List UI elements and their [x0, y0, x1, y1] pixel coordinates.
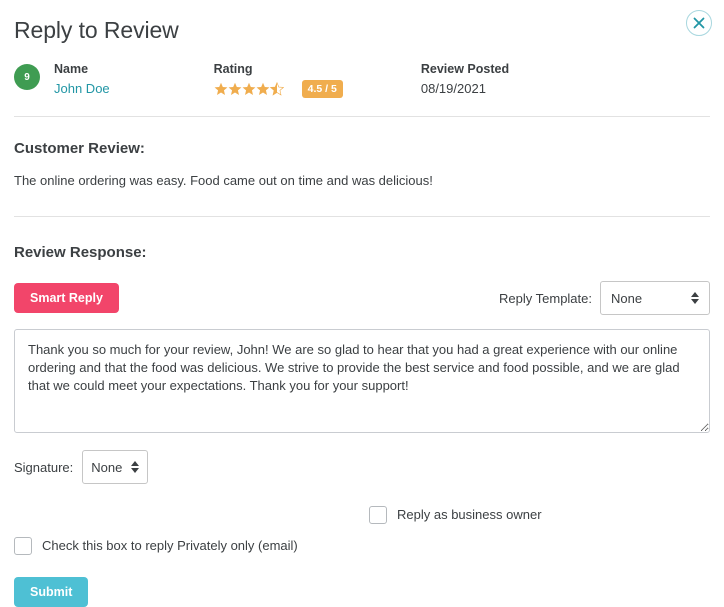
modal-header: Reply to Review	[14, 0, 712, 46]
reply-privately-row: Check this box to reply Privately only (…	[14, 537, 710, 555]
star-icon-full	[228, 82, 242, 95]
spinner-arrows-icon	[131, 461, 140, 473]
smart-reply-button[interactable]: Smart Reply	[14, 283, 119, 313]
reply-to-review-modal: Reply to Review 9 Name John Doe Rating 4…	[0, 0, 724, 607]
reply-textarea[interactable]	[14, 329, 710, 433]
customer-review-text: The online ordering was easy. Food came …	[14, 173, 433, 188]
reply-template-value: None	[611, 290, 643, 306]
reply-template-select[interactable]: None	[600, 281, 710, 315]
close-icon	[693, 17, 705, 29]
response-controls-row: Smart Reply Reply Template: None	[14, 281, 710, 315]
reply-template-label: Reply Template:	[499, 290, 592, 306]
reply-privately-label: Check this box to reply Privately only (…	[42, 538, 298, 553]
signature-label: Signature:	[14, 459, 74, 475]
name-label: Name	[54, 62, 89, 76]
reply-template-group: Reply Template: None	[499, 281, 710, 315]
submit-button[interactable]: Submit	[14, 577, 89, 607]
review-meta-row: 9 Name John Doe Rating 4.5 / 5 Review Po…	[14, 60, 710, 106]
signature-value: None	[91, 459, 123, 475]
spinner-arrows-icon	[691, 292, 699, 304]
star-rating	[214, 82, 284, 96]
star-icon-full	[242, 82, 256, 95]
signature-select[interactable]: None	[82, 450, 149, 484]
reviewer-block: 9 Name John Doe	[14, 60, 110, 99]
review-posted-date: 08/19/2021	[420, 81, 486, 96]
rating-block: Rating 4.5 / 5	[214, 60, 343, 98]
review-posted-block: Review Posted 08/19/2021	[421, 60, 509, 99]
checkbox-box-icon	[369, 506, 387, 524]
close-button[interactable]	[686, 10, 712, 36]
avatar: 9	[14, 64, 40, 90]
star-icon-half	[269, 82, 284, 96]
rating-label: Rating	[213, 62, 253, 76]
review-response-heading: Review Response:	[14, 244, 147, 261]
signature-row: Signature: None	[14, 450, 710, 484]
reviewer-name-block: Name John Doe	[54, 60, 110, 99]
reviewer-name-link[interactable]: John Doe	[54, 79, 110, 99]
page-title: Reply to Review	[14, 17, 179, 43]
star-icon-full	[214, 82, 228, 95]
reply-privately-checkbox[interactable]: Check this box to reply Privately only (…	[14, 537, 298, 555]
reply-as-business-owner-label: Reply as business owner	[397, 507, 542, 522]
checkbox-box-icon	[14, 537, 32, 555]
reply-as-business-owner-checkbox[interactable]: Reply as business owner	[369, 506, 542, 524]
customer-review-heading: Customer Review:	[14, 140, 145, 157]
divider-middle	[14, 216, 710, 217]
rating-badge: 4.5 / 5	[301, 80, 343, 98]
submit-row: Submit	[14, 577, 710, 607]
star-icon-full	[256, 82, 270, 95]
rating-stars-row: 4.5 / 5	[214, 80, 343, 98]
divider-top	[14, 116, 710, 117]
review-posted-label: Review Posted	[420, 62, 510, 76]
reply-as-owner-row: Reply as business owner	[14, 506, 710, 524]
